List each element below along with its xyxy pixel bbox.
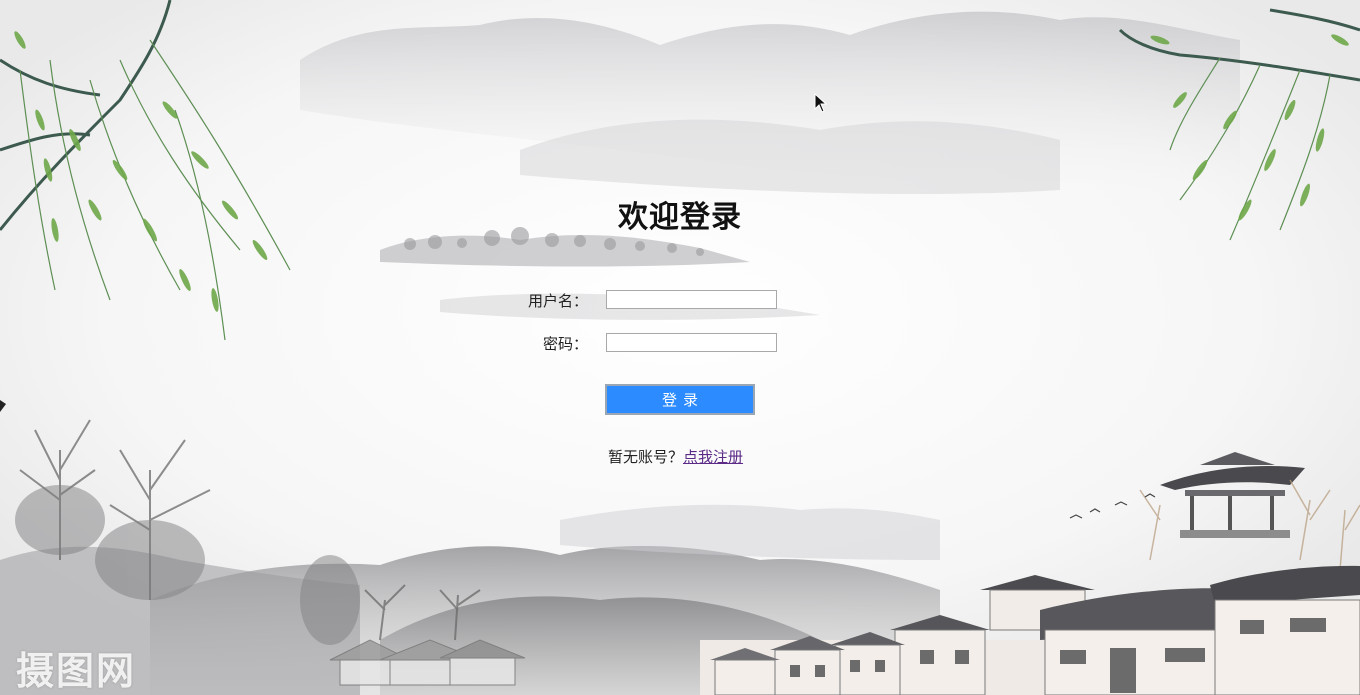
username-label: 用户名： [527, 292, 588, 310]
register-link[interactable]: 点我注册 [683, 448, 743, 466]
login-button[interactable]: 登录 [605, 384, 755, 415]
register-prompt: 暂无账号？点我注册 [608, 446, 743, 467]
password-input[interactable] [606, 333, 777, 352]
watermark: 摄图网 [16, 648, 137, 693]
mouse-pointer-icon [814, 93, 828, 113]
username-input[interactable] [606, 290, 777, 309]
password-label: 密码： [542, 335, 588, 353]
no-account-text: 暂无账号？ [608, 448, 684, 466]
login-page: 欢迎登录 用户名： 密码： 登录 暂无账号？点我注册 摄图网 [0, 0, 1360, 695]
page-title: 欢迎登录 [618, 200, 742, 235]
